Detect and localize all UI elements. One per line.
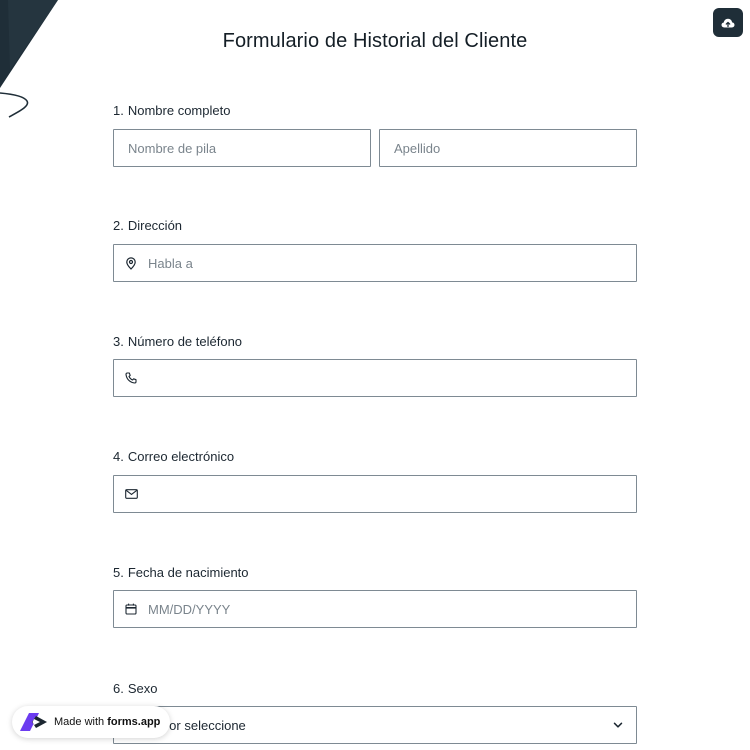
chevron-down-icon	[613, 722, 623, 728]
question-address: 2. Dirección	[113, 217, 637, 282]
last-name-input[interactable]	[380, 130, 636, 166]
sex-select-value: Por favor seleccione	[128, 717, 246, 733]
sex-select[interactable]: Por favor seleccione	[113, 706, 637, 744]
address-input[interactable]	[148, 245, 636, 281]
first-name-field[interactable]	[113, 129, 371, 167]
forms-app-logo-icon	[20, 713, 47, 731]
question-label: 2. Dirección	[113, 218, 183, 233]
mail-icon	[124, 487, 138, 501]
phone-field[interactable]	[113, 359, 637, 397]
calendar-icon	[124, 602, 138, 616]
last-name-field[interactable]	[379, 129, 637, 167]
question-sex: 6. Sexo Por favor seleccione	[113, 680, 637, 744]
corner-decoration-icon	[0, 0, 58, 118]
question-label: 6. Sexo	[113, 681, 158, 696]
question-label: 1. Nombre completo	[113, 103, 231, 118]
first-name-input[interactable]	[114, 130, 370, 166]
email-field[interactable]	[113, 475, 637, 513]
question-birthdate: 5. Fecha de nacimiento	[113, 564, 637, 628]
question-label: 3. Número de teléfono	[113, 334, 243, 349]
question-email: 4. Correo electrónico	[113, 448, 637, 513]
location-pin-icon	[124, 256, 138, 270]
question-label: 5. Fecha de nacimiento	[113, 565, 249, 580]
email-input[interactable]	[148, 476, 636, 512]
question-label: 4. Correo electrónico	[113, 449, 235, 464]
phone-icon	[124, 371, 138, 385]
badge-text: Made with forms.app	[54, 716, 161, 728]
made-with-forms-app-badge[interactable]: Made with forms.app	[12, 706, 170, 738]
cloud-upload-icon	[721, 18, 735, 27]
birthdate-input[interactable]	[148, 591, 636, 627]
form-title: Formulario de Historial del Cliente	[222, 30, 528, 52]
form-page: Formulario de Historial del Cliente 1. No…	[0, 0, 750, 750]
birthdate-field[interactable]	[113, 590, 637, 628]
question-full-name: 1. Nombre completo	[113, 102, 637, 167]
phone-input[interactable]	[148, 360, 636, 396]
question-phone: 3. Número de teléfono	[113, 333, 637, 397]
address-field[interactable]	[113, 244, 637, 282]
